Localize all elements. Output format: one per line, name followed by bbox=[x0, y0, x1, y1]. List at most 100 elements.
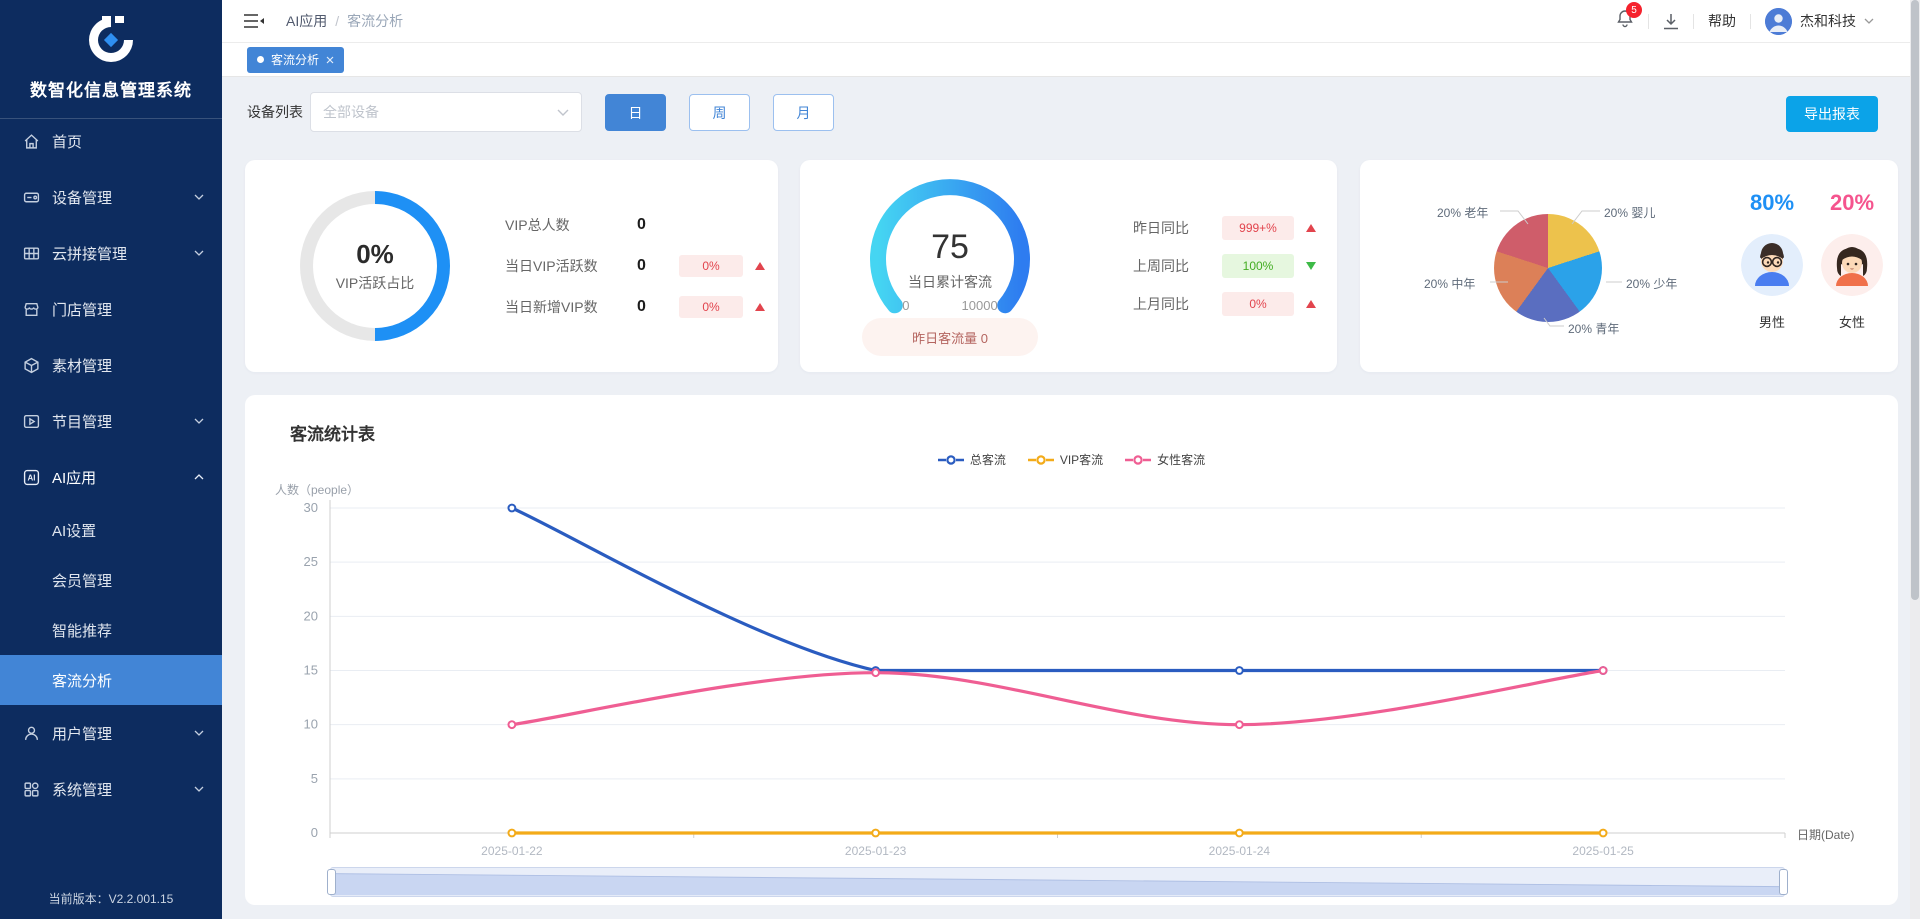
pie-label-teen: 20% 少年 bbox=[1626, 275, 1677, 292]
sidebar-item-devices[interactable]: 设备管理 bbox=[0, 169, 222, 225]
device-icon bbox=[22, 188, 40, 206]
sidebar-item-programs[interactable]: 节目管理 bbox=[0, 393, 222, 449]
male-percent: 80% bbox=[1750, 190, 1794, 216]
period-week-button[interactable]: 周 bbox=[689, 94, 750, 131]
divider bbox=[1693, 14, 1694, 29]
help-link[interactable]: 帮助 bbox=[1708, 11, 1736, 31]
sidebar-subitem-ai-settings[interactable]: AI设置 bbox=[0, 505, 222, 555]
traffic-gauge-block: 75 当日累计客流 0 10000 昨日客流量 0 bbox=[800, 160, 1100, 372]
stat-row: 上月同比 0% bbox=[1133, 292, 1327, 316]
sidebar-item-materials[interactable]: 素材管理 bbox=[0, 337, 222, 393]
pie-label-middleage: 20% 中年 bbox=[1424, 275, 1475, 292]
datazoom-left-handle[interactable] bbox=[327, 869, 336, 895]
sidebar-subitem-members[interactable]: 会员管理 bbox=[0, 555, 222, 605]
tab-traffic-analysis[interactable]: 客流分析 bbox=[247, 47, 344, 73]
account-menu[interactable]: 杰和科技 bbox=[1765, 8, 1874, 35]
svg-text:15: 15 bbox=[304, 663, 318, 678]
sidebar-nav: 首页 设备管理 云拼接管理 门店管理 素材管理 节目管 bbox=[0, 113, 222, 817]
datazoom-slider[interactable] bbox=[330, 867, 1785, 897]
stat-label: 当日VIP活跃数 bbox=[505, 256, 637, 276]
chevron-down-icon bbox=[194, 730, 204, 736]
sidebar-subitem-traffic-analysis[interactable]: 客流分析 bbox=[0, 655, 222, 705]
sidebar-item-label: 云拼接管理 bbox=[52, 243, 194, 264]
period-day-button[interactable]: 日 bbox=[605, 94, 666, 131]
gauge-scale: 0 10000 bbox=[800, 298, 1100, 313]
program-icon bbox=[22, 412, 40, 430]
sidebar-item-home[interactable]: 首页 bbox=[0, 113, 222, 169]
sidebar-item-users[interactable]: 用户管理 bbox=[0, 705, 222, 761]
chevron-down-icon bbox=[557, 109, 569, 116]
sidebar-item-label: 系统管理 bbox=[52, 779, 194, 800]
stat-row: 当日VIP活跃数 0 0% bbox=[505, 254, 768, 278]
breadcrumb-separator: / bbox=[335, 13, 339, 29]
sidebar-item-label: 素材管理 bbox=[52, 355, 204, 376]
stat-row: 昨日同比 999+% bbox=[1133, 216, 1327, 240]
stat-badge: 0% bbox=[1222, 292, 1294, 316]
svg-text:2025-01-23: 2025-01-23 bbox=[845, 844, 907, 858]
system-icon bbox=[22, 780, 40, 798]
svg-text:30: 30 bbox=[304, 500, 318, 515]
svg-text:5: 5 bbox=[311, 771, 318, 786]
svg-text:2025-01-24: 2025-01-24 bbox=[1209, 844, 1271, 858]
datazoom-right-handle[interactable] bbox=[1779, 869, 1788, 895]
user-icon bbox=[22, 724, 40, 742]
datazoom-preview bbox=[331, 868, 1784, 896]
export-report-button[interactable]: 导出报表 bbox=[1786, 96, 1878, 132]
company-name: 杰和科技 bbox=[1800, 11, 1856, 31]
app-logo bbox=[0, 0, 222, 66]
male-column: 80% bbox=[1732, 190, 1812, 331]
daily-traffic-caption: 当日累计客流 bbox=[800, 272, 1100, 292]
vip-donut-caption: VIP活跃占比 bbox=[336, 273, 415, 293]
stat-badge: 999+% bbox=[1222, 216, 1294, 240]
download-button[interactable] bbox=[1663, 13, 1679, 30]
stat-label: 上周同比 bbox=[1133, 256, 1222, 276]
close-icon[interactable] bbox=[326, 56, 334, 64]
sub-item-label: 会员管理 bbox=[52, 570, 112, 591]
store-icon bbox=[22, 300, 40, 318]
device-list-label: 设备列表 bbox=[247, 102, 303, 122]
divider bbox=[1750, 14, 1751, 29]
page-scrollbar bbox=[1910, 0, 1920, 919]
notification-badge: 5 bbox=[1626, 2, 1642, 18]
main-content: 设备列表 全部设备 日 周 月 导出报表 0% VIP活跃占比 bbox=[222, 77, 1910, 919]
scrollbar-thumb[interactable] bbox=[1911, 0, 1919, 600]
app-title: 数智化信息管理系统 bbox=[0, 76, 222, 101]
tabbar: 客流分析 bbox=[222, 43, 1910, 77]
tab-label: 客流分析 bbox=[271, 51, 319, 68]
period-month-button[interactable]: 月 bbox=[773, 94, 834, 131]
up-arrow-icon bbox=[755, 303, 765, 311]
female-column: 20% 女性 bbox=[1812, 190, 1892, 331]
sub-item-label: 智能推荐 bbox=[52, 620, 112, 641]
sidebar-subitem-recommend[interactable]: 智能推荐 bbox=[0, 605, 222, 655]
device-select[interactable]: 全部设备 bbox=[310, 92, 582, 132]
gender-block: 80% bbox=[1732, 190, 1912, 331]
male-label: 男性 bbox=[1759, 312, 1785, 331]
svg-text:2025-01-22: 2025-01-22 bbox=[481, 844, 543, 858]
stat-row: VIP总人数 0 bbox=[505, 213, 768, 237]
vip-activity-card: 0% VIP活跃占比 VIP总人数 0 当日VIP活跃数 0 0% bbox=[245, 160, 778, 372]
divider bbox=[1648, 14, 1649, 29]
male-avatar bbox=[1741, 234, 1803, 296]
breadcrumb-parent[interactable]: AI应用 bbox=[286, 11, 327, 31]
sidebar-item-label: AI应用 bbox=[52, 467, 194, 488]
sidebar-item-splice[interactable]: 云拼接管理 bbox=[0, 225, 222, 281]
svg-text:0: 0 bbox=[311, 825, 318, 840]
chevron-down-icon bbox=[194, 418, 204, 424]
sidebar-item-ai[interactable]: AI AI应用 bbox=[0, 449, 222, 505]
active-dot-icon bbox=[257, 56, 264, 63]
demographics-card: 20% 老年 20% 婴儿 20% 中年 20% 少年 20% 青年 80% bbox=[1360, 160, 1898, 372]
x-axis-title: 日期(Date) bbox=[1797, 826, 1854, 843]
version-label: 当前版本：V2.2.001.15 bbox=[0, 890, 222, 907]
sidebar-item-system[interactable]: 系统管理 bbox=[0, 761, 222, 817]
sidebar-item-stores[interactable]: 门店管理 bbox=[0, 281, 222, 337]
stat-value: 0 bbox=[637, 216, 679, 234]
notifications-button[interactable]: 5 bbox=[1616, 9, 1634, 33]
stat-row: 当日新增VIP数 0 0% bbox=[505, 295, 768, 319]
splice-icon bbox=[22, 244, 40, 262]
menu-fold-icon[interactable] bbox=[244, 13, 264, 29]
sidebar-item-label: 首页 bbox=[52, 131, 204, 152]
up-arrow-icon bbox=[755, 262, 765, 270]
stat-value: 0 bbox=[637, 257, 679, 275]
topbar: AI应用 / 客流分析 5 帮助 杰和科技 bbox=[222, 0, 1910, 43]
pie-label-infant: 20% 婴儿 bbox=[1604, 204, 1655, 221]
